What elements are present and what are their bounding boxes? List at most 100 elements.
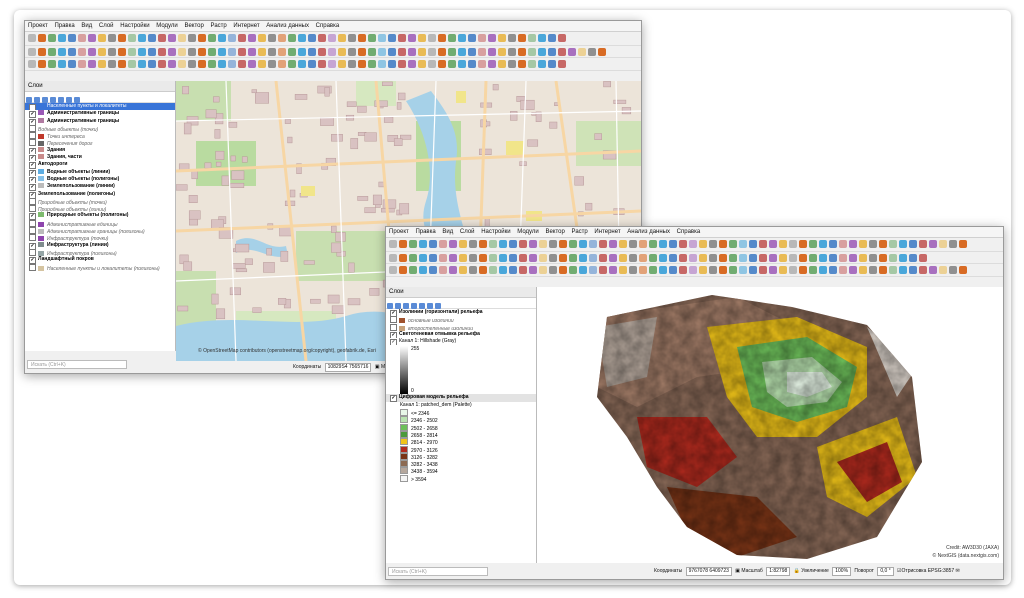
toolbar-button-icon[interactable]	[238, 48, 246, 56]
toolbar-button-icon[interactable]	[328, 60, 336, 68]
menu-item[interactable]: Справка	[316, 23, 340, 29]
toolbar-button-icon[interactable]	[98, 60, 106, 68]
toolbar-button-icon[interactable]	[879, 240, 887, 248]
toolbar-button-icon[interactable]	[709, 254, 717, 262]
toolbar-button-icon[interactable]	[308, 60, 316, 68]
coords-field[interactable]: 9767078 6409723	[685, 567, 732, 576]
toolbar-button-icon[interactable]	[609, 240, 617, 248]
layer-row[interactable]: Водные объекты (точки)	[25, 124, 175, 132]
toolbar-button-icon[interactable]	[459, 266, 467, 274]
toolbar-button-icon[interactable]	[679, 240, 687, 248]
map-attribution[interactable]: © OpenStreetMap contributors (openstreet…	[198, 348, 376, 354]
layer-row[interactable]: ✓ Водные объекты (полигоны)	[25, 175, 175, 184]
lock-icon[interactable]: 🔒	[794, 568, 800, 574]
toolbar-button-icon[interactable]	[178, 60, 186, 68]
toolbar-button-icon[interactable]	[719, 254, 727, 262]
scale-field[interactable]: 1:82798	[766, 567, 791, 576]
toolbar-button-icon[interactable]	[228, 48, 236, 56]
toolbar-button-icon[interactable]	[819, 266, 827, 274]
toolbar-button-icon[interactable]	[809, 254, 817, 262]
toolbar-button-icon[interactable]	[569, 240, 577, 248]
toolbar-button-icon[interactable]	[549, 240, 557, 248]
toolbar-button-icon[interactable]	[348, 34, 356, 42]
coords-field[interactable]: 10829S4 7565716	[324, 363, 372, 372]
toolbar-button-icon[interactable]	[589, 266, 597, 274]
toolbar-button-icon[interactable]	[548, 48, 556, 56]
layer-row[interactable]: ✓ Водные объекты (линии)	[25, 168, 175, 176]
toolbar-button-icon[interactable]	[38, 48, 46, 56]
toolbar-button-icon[interactable]	[839, 254, 847, 262]
layer-row[interactable]: ✓ Населенные пункты и локалитеты	[25, 103, 175, 111]
toolbar-button-icon[interactable]	[188, 34, 196, 42]
toolbar-button-icon[interactable]	[499, 266, 507, 274]
toolbar-button-icon[interactable]	[429, 266, 437, 274]
toolbar-button-icon[interactable]	[48, 48, 56, 56]
toolbar-button-icon[interactable]	[328, 48, 336, 56]
toolbar-button-icon[interactable]	[769, 266, 777, 274]
layer-dem[interactable]: ✓ Цифровая модель рельефа	[386, 394, 536, 402]
toolbar-button-icon[interactable]	[88, 48, 96, 56]
toolbar-button-icon[interactable]	[278, 48, 286, 56]
crs-button[interactable]: EPSG:3857	[928, 568, 954, 574]
toolbar-button-icon[interactable]	[478, 34, 486, 42]
toolbar-button-icon[interactable]	[509, 266, 517, 274]
toolbar-button-icon[interactable]	[538, 60, 546, 68]
toolbar-button-icon[interactable]	[398, 48, 406, 56]
toolbar-button-icon[interactable]	[649, 254, 657, 262]
layer-row[interactable]: Точки интереса	[25, 132, 175, 139]
toolbar-button-icon[interactable]	[78, 48, 86, 56]
toolbar-button-icon[interactable]	[538, 34, 546, 42]
toolbar-button-icon[interactable]	[168, 60, 176, 68]
menu-item[interactable]: Модули	[156, 23, 178, 29]
toolbar-button-icon[interactable]	[518, 48, 526, 56]
toolbar-button-icon[interactable]	[529, 254, 537, 262]
toolbar-button-icon[interactable]	[138, 34, 146, 42]
toolbar-button-icon[interactable]	[318, 48, 326, 56]
layer-checkbox[interactable]	[29, 263, 36, 271]
toolbar-button-icon[interactable]	[258, 48, 266, 56]
layer-row[interactable]: ✓ Административные границы	[25, 117, 175, 125]
toolbar-button-icon[interactable]	[558, 48, 566, 56]
toolbar-button-icon[interactable]	[619, 240, 627, 248]
toolbar-button-icon[interactable]	[358, 60, 366, 68]
locator-search-input[interactable]: Искать (Ctrl+K)	[27, 360, 127, 369]
toolbar-button-icon[interactable]	[48, 60, 56, 68]
toolbar-button-icon[interactable]	[729, 254, 737, 262]
toolbar-button-icon[interactable]	[138, 60, 146, 68]
toggle-extents-icon[interactable]: ▣	[735, 568, 740, 574]
toolbar-button-icon[interactable]	[108, 34, 116, 42]
toolbar-button-icon[interactable]	[448, 34, 456, 42]
toolbar-button-icon[interactable]	[248, 34, 256, 42]
toolbar-button-icon[interactable]	[419, 254, 427, 262]
toolbar-button-icon[interactable]	[238, 34, 246, 42]
toolbar-button-icon[interactable]	[469, 254, 477, 262]
toolbar-button-icon[interactable]	[208, 34, 216, 42]
toolbar-button-icon[interactable]	[809, 240, 817, 248]
toolbar-button-icon[interactable]	[518, 60, 526, 68]
menu-item[interactable]: Правка	[54, 23, 74, 29]
toolbar-button-icon[interactable]	[398, 34, 406, 42]
menu-item[interactable]: Правка	[415, 229, 435, 235]
layer-checkbox[interactable]	[390, 323, 397, 331]
toolbar-button-icon[interactable]	[158, 34, 166, 42]
toolbar-button-icon[interactable]	[499, 240, 507, 248]
menu-item[interactable]: Вектор	[545, 229, 564, 235]
layer-checkbox[interactable]: ✓	[29, 111, 36, 118]
toolbar-button-icon[interactable]	[558, 60, 566, 68]
toolbar-button-icon[interactable]	[118, 48, 126, 56]
layer-row[interactable]: ✓ Здания, части	[25, 154, 175, 162]
toolbar-button-icon[interactable]	[789, 266, 797, 274]
toolbar-button-icon[interactable]	[358, 48, 366, 56]
toolbar-button-icon[interactable]	[508, 48, 516, 56]
toolbar-button-icon[interactable]	[408, 60, 416, 68]
layer-row[interactable]: ✓ Природные объекты (полигоны)	[25, 212, 175, 220]
toolbar-button-icon[interactable]	[479, 254, 487, 262]
toolbar-button-icon[interactable]	[739, 254, 747, 262]
toolbar-button-icon[interactable]	[449, 240, 457, 248]
toolbar-button-icon[interactable]	[749, 266, 757, 274]
toolbar-button-icon[interactable]	[378, 48, 386, 56]
toolbar-button-icon[interactable]	[478, 60, 486, 68]
toolbar-button-icon[interactable]	[128, 48, 136, 56]
toolbar-button-icon[interactable]	[348, 48, 356, 56]
toolbar-button-icon[interactable]	[789, 254, 797, 262]
